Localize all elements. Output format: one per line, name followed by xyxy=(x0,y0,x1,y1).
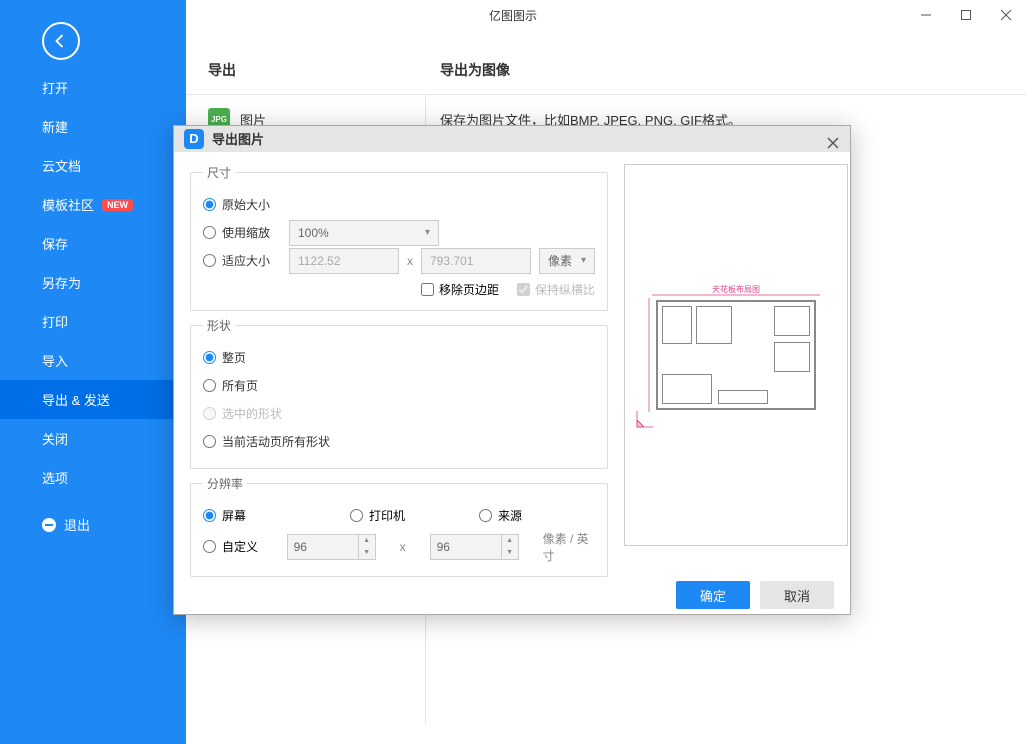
shape-fieldset: 形状 整页 所有页 选中的形状 当前活动页所有形状 xyxy=(190,317,608,469)
divider-h xyxy=(186,94,1026,95)
radio-active-page-shapes[interactable]: 当前活动页所有形状 xyxy=(203,433,330,450)
app-icon: D xyxy=(184,129,204,149)
sidebar-item-close[interactable]: 关闭 xyxy=(0,419,186,458)
close-button[interactable] xyxy=(986,0,1026,30)
shape-legend: 形状 xyxy=(203,317,235,334)
sidebar-item-export[interactable]: 导出 & 发送 xyxy=(0,380,186,419)
back-button[interactable] xyxy=(42,22,80,60)
sidebar-item-saveas[interactable]: 另存为 xyxy=(0,263,186,302)
sidebar-item-exit[interactable]: 退出 xyxy=(0,505,186,544)
radio-res-custom[interactable]: 自定义 xyxy=(203,538,263,555)
main-header: 导出 xyxy=(186,30,1026,96)
radio-all-pages[interactable]: 所有页 xyxy=(203,377,258,394)
sidebar-item-templates[interactable]: 模板社区NEW xyxy=(0,185,186,224)
radio-use-scale[interactable]: 使用缩放 xyxy=(203,224,281,241)
width-input[interactable] xyxy=(289,248,399,274)
dpi-width-spinner[interactable]: ▲▼ xyxy=(287,534,376,560)
checkbox-remove-margin[interactable]: 移除页边距 xyxy=(421,281,499,298)
ruler-icon xyxy=(636,410,654,428)
size-fieldset: 尺寸 原始大小 使用缩放 100%▾ 适应大小 x 像素▾ xyxy=(190,164,608,311)
radio-full-page[interactable]: 整页 xyxy=(203,349,246,366)
spin-up-icon[interactable]: ▲ xyxy=(359,535,375,547)
radio-selected-shapes: 选中的形状 xyxy=(203,405,282,422)
unit-combo[interactable]: 像素▾ xyxy=(539,248,595,274)
dimension-line-top xyxy=(652,294,820,296)
sidebar-item-new[interactable]: 新建 xyxy=(0,107,186,146)
sidebar-item-import[interactable]: 导入 xyxy=(0,341,186,380)
radio-res-source[interactable]: 来源 xyxy=(479,507,522,524)
radio-original-size[interactable]: 原始大小 xyxy=(203,196,270,213)
size-legend: 尺寸 xyxy=(203,164,235,181)
scale-combo[interactable]: 100%▾ xyxy=(289,220,439,246)
chevron-down-icon: ▾ xyxy=(581,255,586,266)
chevron-down-icon: ▾ xyxy=(425,227,430,238)
sidebar-item-cloud[interactable]: 云文档 xyxy=(0,146,186,185)
radio-res-screen[interactable]: 屏幕 xyxy=(203,507,246,524)
ok-button[interactable]: 确定 xyxy=(676,581,750,609)
window-controls xyxy=(906,0,1026,30)
resolution-legend: 分辨率 xyxy=(203,475,247,492)
exit-icon xyxy=(42,518,56,532)
dpi-unit-label: 像素 / 英寸 xyxy=(543,530,595,564)
sidebar-item-print[interactable]: 打印 xyxy=(0,302,186,341)
export-title: 导出 xyxy=(208,60,1026,80)
dialog-title: 导出图片 xyxy=(212,129,264,148)
resolution-fieldset: 分辨率 屏幕 打印机 来源 自定义 ▲▼ x ▲▼ 像素 / 英寸 xyxy=(190,475,608,577)
sidebar-item-open[interactable]: 打开 xyxy=(0,68,186,107)
dialog-titlebar: D 导出图片 xyxy=(174,126,850,152)
checkbox-keep-ratio[interactable]: 保持纵横比 xyxy=(517,281,595,298)
spin-down-icon[interactable]: ▼ xyxy=(359,547,375,559)
sidebar: 打开 新建 云文档 模板社区NEW 保存 另存为 打印 导入 导出 & 发送 关… xyxy=(0,0,186,744)
app-title: 亿图图示 xyxy=(489,7,537,24)
spin-down-icon[interactable]: ▼ xyxy=(502,547,518,559)
dialog-close-button[interactable] xyxy=(822,132,844,154)
floorplan-preview xyxy=(656,300,816,410)
sidebar-item-options[interactable]: 选项 xyxy=(0,458,186,497)
radio-fit-size[interactable]: 适应大小 xyxy=(203,252,281,269)
sidebar-item-save[interactable]: 保存 xyxy=(0,224,186,263)
dpi-height-spinner[interactable]: ▲▼ xyxy=(430,534,519,560)
preview-panel: 天花板布局图 xyxy=(624,164,848,546)
export-subtitle: 导出为图像 xyxy=(440,60,510,80)
new-badge: NEW xyxy=(102,199,133,211)
export-image-dialog: D 导出图片 尺寸 原始大小 使用缩放 100%▾ 适应大小 x xyxy=(173,125,851,615)
cancel-button[interactable]: 取消 xyxy=(760,581,834,609)
maximize-button[interactable] xyxy=(946,0,986,30)
radio-res-printer[interactable]: 打印机 xyxy=(350,507,405,524)
minimize-button[interactable] xyxy=(906,0,946,30)
dimension-line-left xyxy=(648,298,650,412)
spin-up-icon[interactable]: ▲ xyxy=(502,535,518,547)
height-input[interactable] xyxy=(421,248,531,274)
dialog-footer: 确定 取消 xyxy=(174,577,850,615)
